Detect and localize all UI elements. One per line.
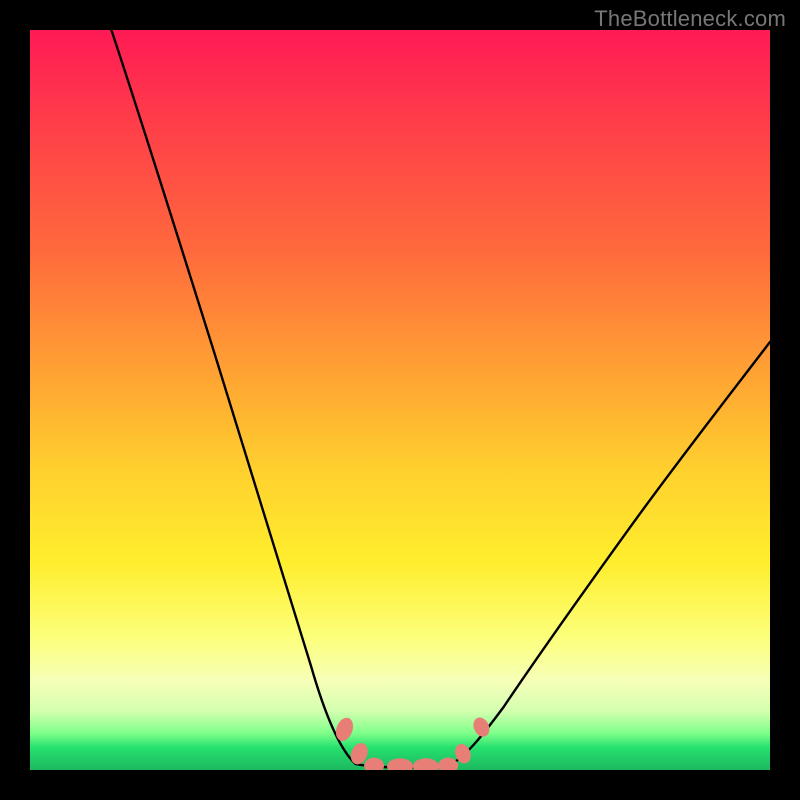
- marker-dot: [387, 758, 413, 770]
- marker-dot: [413, 758, 439, 770]
- plot-area: [30, 30, 770, 770]
- marker-group: [333, 715, 493, 770]
- watermark-text: TheBottleneck.com: [594, 6, 786, 32]
- chart-frame: TheBottleneck.com: [0, 0, 800, 800]
- marker-dot: [470, 715, 492, 739]
- right-curve: [452, 342, 770, 764]
- marker-dot: [438, 758, 458, 770]
- marker-dot: [364, 758, 384, 770]
- marker-dot: [333, 715, 356, 743]
- curve-layer: [30, 30, 770, 770]
- left-curve: [111, 30, 355, 764]
